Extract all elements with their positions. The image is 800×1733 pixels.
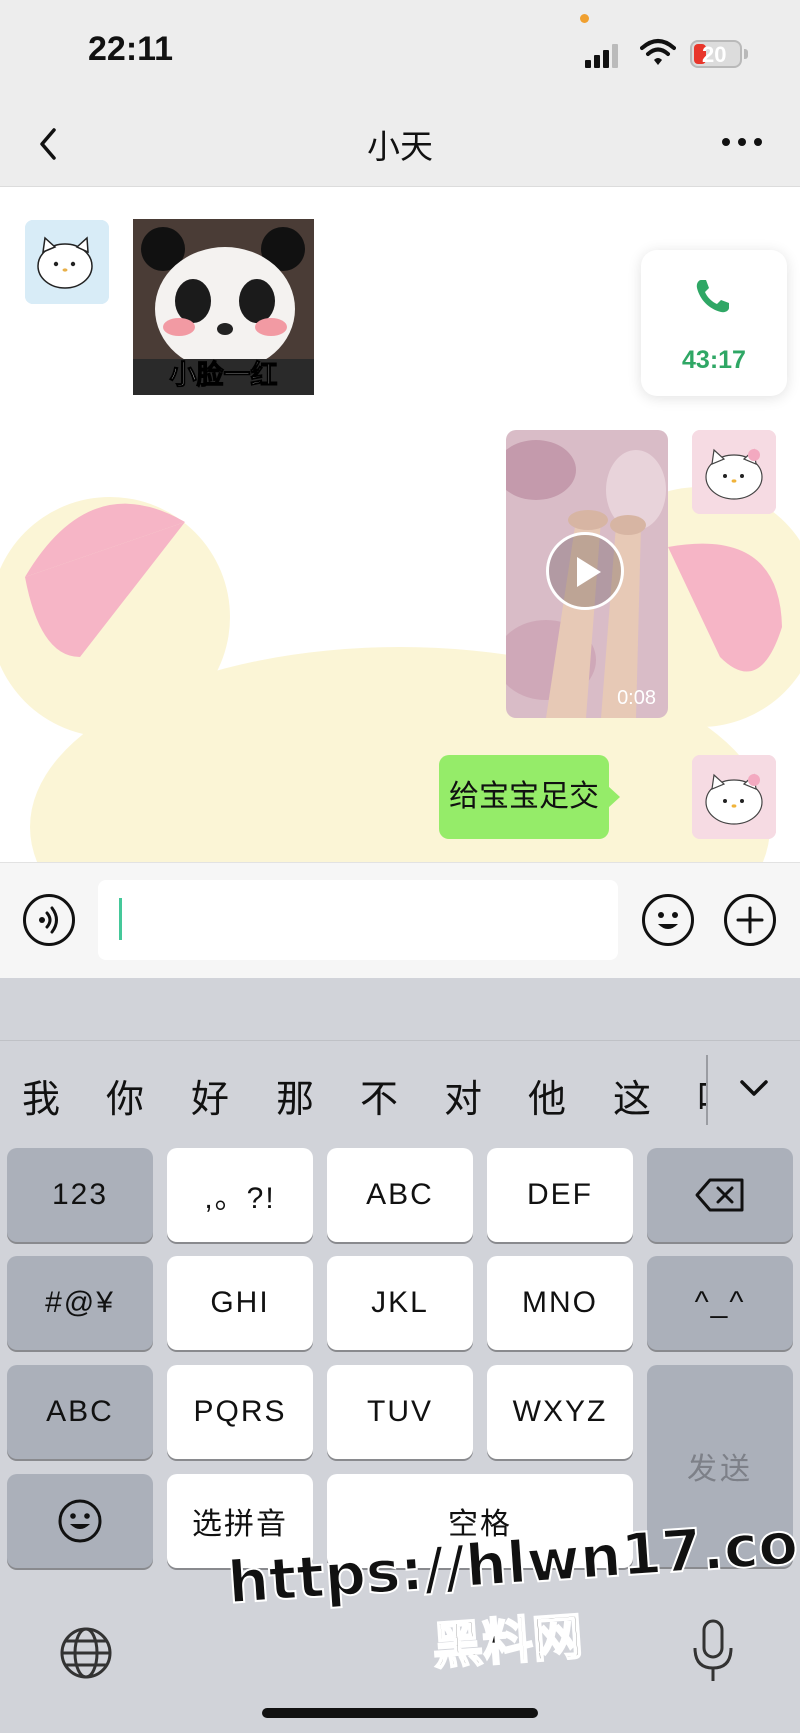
chevron-down-icon[interactable]: [736, 1076, 772, 1100]
ongoing-call-widget[interactable]: 43:17: [641, 250, 787, 396]
key-label: ABC: [366, 1178, 434, 1211]
candidate-word[interactable]: 我: [22, 1068, 60, 1123]
key-jkl[interactable]: JKL: [327, 1256, 473, 1350]
key-mno[interactable]: MNO: [487, 1256, 633, 1350]
hello-kitty-avatar-icon: [692, 755, 776, 839]
chat-title: 小天: [367, 127, 433, 166]
emoji-keyboard-key[interactable]: [7, 1474, 153, 1568]
candidate-word[interactable]: 那: [276, 1068, 314, 1123]
key-label: DEF: [527, 1178, 593, 1211]
key-label: WXYZ: [512, 1395, 608, 1428]
key-label: ,。?!: [204, 1182, 276, 1215]
candidate-word[interactable]: 对: [444, 1068, 482, 1123]
sticker-caption: 小脸一红: [169, 360, 278, 392]
wifi-icon: [640, 39, 676, 65]
more-icon[interactable]: [720, 132, 764, 152]
panda-sticker[interactable]: 小脸一红: [133, 219, 314, 395]
key-123[interactable]: 123: [7, 1148, 153, 1242]
key-label: 发送: [687, 1453, 753, 1486]
key-abc-switch[interactable]: ABC: [7, 1365, 153, 1459]
key-label: 选拼音: [192, 1508, 288, 1541]
key-label: JKL: [371, 1286, 429, 1319]
key-label: 123: [51, 1178, 109, 1211]
key-tuv[interactable]: TUV: [327, 1365, 473, 1459]
text-caret: [119, 898, 122, 940]
message-text: 给宝宝足交: [449, 779, 599, 814]
privacy-indicator-dot: [580, 14, 589, 23]
emoji-button[interactable]: [642, 894, 694, 946]
key-label: TUV: [367, 1395, 433, 1428]
key-punctuation[interactable]: ,。?!: [167, 1148, 313, 1242]
candidate-word[interactable]: 你: [106, 1068, 144, 1123]
key-label: GHI: [210, 1286, 270, 1319]
key-ghi[interactable]: GHI: [167, 1256, 313, 1350]
smiley-icon: [58, 1499, 102, 1543]
key-label: ABC: [46, 1395, 114, 1428]
hello-kitty-avatar-icon: [692, 430, 776, 514]
candidate-word[interactable]: 这: [613, 1068, 651, 1123]
voice-input-button[interactable]: [23, 894, 75, 946]
backspace-icon: [695, 1178, 744, 1212]
key-pqrs[interactable]: PQRS: [167, 1365, 313, 1459]
key-emoticon[interactable]: ^_^: [647, 1256, 793, 1350]
watermark-name: 黑料网: [430, 1606, 586, 1676]
candidate-word[interactable]: 不: [360, 1068, 398, 1123]
contact-avatar[interactable]: [25, 220, 109, 304]
key-abc[interactable]: ABC: [327, 1148, 473, 1242]
my-avatar-2[interactable]: [692, 755, 776, 839]
key-symbols[interactable]: #@¥: [7, 1256, 153, 1350]
voice-icon: [39, 906, 58, 934]
status-time: 22:11: [88, 30, 174, 68]
key-label: ^_^: [694, 1286, 746, 1319]
cat-avatar-icon: [25, 220, 109, 304]
bubble-tail: [608, 786, 620, 808]
video-message[interactable]: 0:08: [506, 430, 668, 718]
key-label: PQRS: [193, 1395, 287, 1428]
my-avatar[interactable]: [692, 430, 776, 514]
battery-level: 20: [702, 42, 727, 67]
battery-icon: 20: [690, 40, 742, 68]
key-def[interactable]: DEF: [487, 1148, 633, 1242]
candidate-word[interactable]: 他: [528, 1068, 566, 1123]
plus-icon: [736, 906, 764, 934]
delete-key[interactable]: [647, 1148, 793, 1242]
globe-icon[interactable]: [58, 1625, 114, 1681]
home-indicator[interactable]: [262, 1708, 538, 1718]
signal-icon: [585, 44, 623, 68]
call-duration: 43:17: [682, 346, 746, 374]
text-message-bubble[interactable]: 给宝宝足交: [439, 755, 609, 839]
battery-cap: [744, 49, 748, 59]
message-input[interactable]: [98, 880, 618, 960]
key-label: MNO: [522, 1286, 598, 1319]
smiley-icon: [658, 912, 678, 929]
play-icon[interactable]: [546, 532, 624, 610]
key-wxyz[interactable]: WXYZ: [487, 1365, 633, 1459]
key-label: #@¥: [45, 1286, 115, 1319]
phone-icon: [696, 280, 729, 313]
video-duration: 0:08: [617, 687, 656, 709]
more-functions-button[interactable]: [724, 894, 776, 946]
candidate-word[interactable]: 好: [191, 1068, 229, 1123]
candidate-divider: [706, 1055, 708, 1125]
